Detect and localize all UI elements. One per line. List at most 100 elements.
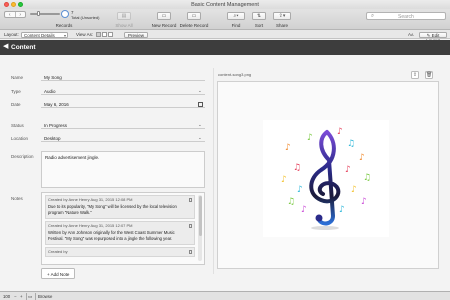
layout-select[interactable]: Content Details ▾: [21, 31, 68, 38]
show-all-label: Show All: [115, 23, 133, 28]
record-slider[interactable]: [30, 13, 60, 15]
status-bar: 100 − + ▭ Browse: [0, 291, 450, 300]
notes-scrollbar[interactable]: [198, 195, 202, 261]
record-navigation[interactable]: ‹ ›: [4, 11, 26, 18]
svg-text:♫: ♫: [363, 173, 371, 183]
show-all-icon: ▤: [121, 13, 127, 19]
search-placeholder: Search: [398, 14, 414, 21]
description-label: Description: [11, 154, 34, 159]
preview-button[interactable]: Preview: [124, 31, 148, 38]
sort-button[interactable]: ⇅: [252, 12, 266, 20]
note-meta: Created by Anne Henry Aug 31, 2015 12:07…: [48, 223, 133, 228]
add-note-label: + Add Note: [47, 271, 70, 277]
sort-icon: ⇅: [256, 13, 262, 19]
note-item[interactable]: Created by Anne Henry Aug 31, 2015 12:08…: [45, 195, 195, 219]
records-pie-icon: [61, 10, 69, 18]
note-text: Due to its popularity, "My Song" will be…: [48, 204, 177, 216]
svg-text:♪: ♪: [301, 205, 307, 215]
calendar-icon[interactable]: [198, 102, 203, 107]
export-icon: ⇪: [412, 72, 418, 78]
view-as-table-icon[interactable]: [108, 32, 113, 37]
svg-text:♪: ♪: [351, 185, 357, 195]
zoom-out-icon[interactable]: −: [14, 294, 17, 299]
trash-icon[interactable]: [188, 223, 192, 228]
location-field[interactable]: [41, 133, 205, 142]
type-value: Audio: [44, 89, 56, 94]
notes-scroll-thumb[interactable]: [198, 196, 202, 236]
status-separator: [35, 293, 36, 300]
notes-portal: Created by Anne Henry Aug 31, 2015 12:08…: [41, 192, 205, 265]
description-field[interactable]: Radio advertisement jingle.: [41, 151, 205, 188]
export-button[interactable]: ⇪: [411, 71, 419, 79]
delete-record-button[interactable]: ▭: [187, 12, 201, 20]
new-record-button[interactable]: ▭: [157, 12, 171, 20]
delete-image-button[interactable]: 🗑: [425, 71, 433, 79]
edit-layout-button[interactable]: ✎ Edit Layout: [419, 31, 447, 43]
trash-icon[interactable]: [188, 197, 192, 202]
svg-text:♪: ♪: [281, 175, 287, 185]
chevron-down-icon: ▾: [63, 32, 66, 38]
layout-bar: Layout: Content Details ▾ View As: Previ…: [0, 30, 450, 43]
name-field[interactable]: [41, 72, 205, 81]
zoom-in-icon[interactable]: +: [20, 294, 23, 299]
show-all-button[interactable]: ▤: [117, 12, 131, 20]
delete-record-icon: ▭: [191, 13, 197, 19]
svg-text:♫: ♫: [287, 197, 295, 207]
image-container[interactable]: ♪ ♫ ♪ ♪ ♫ ♪ ♫ ♪ ♪ ♫ ♪ ♪ ♪ ♪ ♪: [217, 81, 439, 269]
find-button[interactable]: ⌕▾: [227, 12, 245, 20]
record-slider-handle[interactable]: [37, 11, 40, 16]
notes-label: Notes: [11, 196, 23, 201]
trash-icon[interactable]: [188, 249, 192, 254]
svg-text:♪: ♪: [307, 133, 313, 143]
window-title: Basic Content Management: [191, 1, 259, 8]
svg-text:♪: ♪: [285, 143, 291, 153]
note-item[interactable]: Created by: [45, 247, 195, 257]
location-value: Desktop: [44, 136, 61, 141]
search-input[interactable]: ⌕ Search: [366, 12, 446, 20]
view-as-form-icon[interactable]: [96, 32, 101, 37]
image-filename: content-song3.png: [218, 72, 252, 77]
svg-text:♪: ♪: [345, 165, 351, 175]
total-record-status: Total (Unsorted): [71, 14, 100, 20]
date-label: Date: [11, 102, 21, 107]
location-label: Location: [11, 136, 29, 141]
layout-select-value: Content Details: [24, 32, 55, 38]
add-note-button[interactable]: + Add Note: [41, 268, 75, 279]
status-dropdown-icon[interactable]: ⌄: [198, 122, 202, 128]
trash-icon: 🗑: [426, 72, 433, 78]
delete-record-label: Delete Record: [179, 23, 209, 28]
search-icon: ⌕: [371, 13, 375, 19]
share-icon: ⇪▾: [278, 13, 286, 19]
status-separator: [26, 293, 27, 300]
mode-label[interactable]: Browse: [38, 294, 52, 299]
status-label: Status: [11, 123, 24, 128]
aa-icon[interactable]: AA: [408, 32, 414, 37]
mode-toggle-icon[interactable]: ▭: [28, 294, 32, 300]
layout-label: Layout:: [4, 32, 19, 37]
svg-text:♪: ♪: [361, 197, 367, 207]
type-field[interactable]: [41, 86, 205, 95]
magnifier-icon: ⌕▾: [233, 13, 239, 19]
name-label: Name: [11, 75, 24, 80]
zoom-level[interactable]: 100: [3, 294, 10, 299]
next-record-icon[interactable]: ›: [14, 12, 26, 18]
song-image: ♪ ♫ ♪ ♪ ♫ ♪ ♫ ♪ ♪ ♫ ♪ ♪ ♪ ♪ ♪: [263, 120, 389, 237]
svg-text:♪: ♪: [337, 127, 343, 137]
title-bar: Basic Content Management: [0, 0, 450, 9]
location-dropdown-icon[interactable]: ⌄: [198, 135, 202, 141]
record-detail: Name My Song Type Audio ⌄ Date May 6, 20…: [0, 55, 450, 291]
treble-clef-music-notes-image: ♪ ♫ ♪ ♪ ♫ ♪ ♫ ♪ ♪ ♫ ♪ ♪ ♪ ♪ ♪: [281, 127, 371, 230]
note-item[interactable]: Created by Anne Henry Aug 31, 2015 12:07…: [45, 221, 195, 245]
svg-text:♪: ♪: [339, 205, 345, 215]
note-line: program "Nature Walk.": [48, 210, 92, 215]
type-dropdown-icon[interactable]: ⌄: [198, 88, 202, 94]
share-button[interactable]: ⇪▾: [273, 12, 291, 20]
view-as-list-icon[interactable]: [102, 32, 107, 37]
new-record-label: New Record: [151, 23, 177, 28]
back-arrow-icon[interactable]: ◀: [3, 43, 8, 51]
svg-text:♫: ♫: [347, 139, 355, 149]
previous-record-icon[interactable]: ‹: [5, 12, 15, 18]
header-title[interactable]: Content: [11, 44, 36, 51]
description-value: Radio advertisement jingle.: [45, 155, 100, 160]
status-value: In Progress: [44, 123, 68, 128]
